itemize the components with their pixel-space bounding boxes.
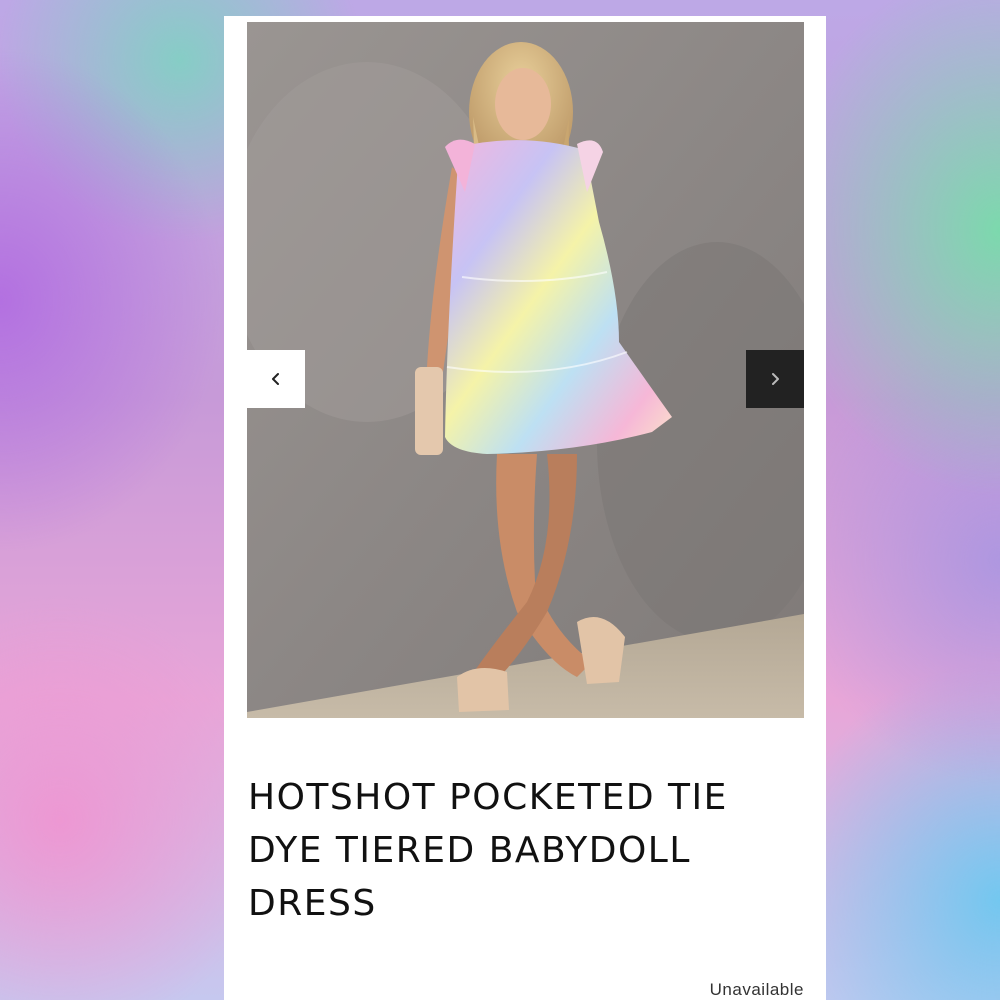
product-image-carousel[interactable] [247, 22, 804, 718]
availability-status: Unavailable [709, 980, 804, 999]
product-title: HOTSHOT POCKETED TIE DYE TIERED BABYDOLL… [248, 777, 728, 924]
chevron-right-icon [772, 373, 779, 385]
carousel-next-button[interactable] [746, 350, 804, 408]
chevron-left-icon [272, 373, 279, 385]
product-card: HOTSHOT POCKETED TIE DYE TIERED BABYDOLL… [224, 16, 826, 1000]
carousel-prev-button[interactable] [247, 350, 305, 408]
product-photo [247, 22, 804, 718]
